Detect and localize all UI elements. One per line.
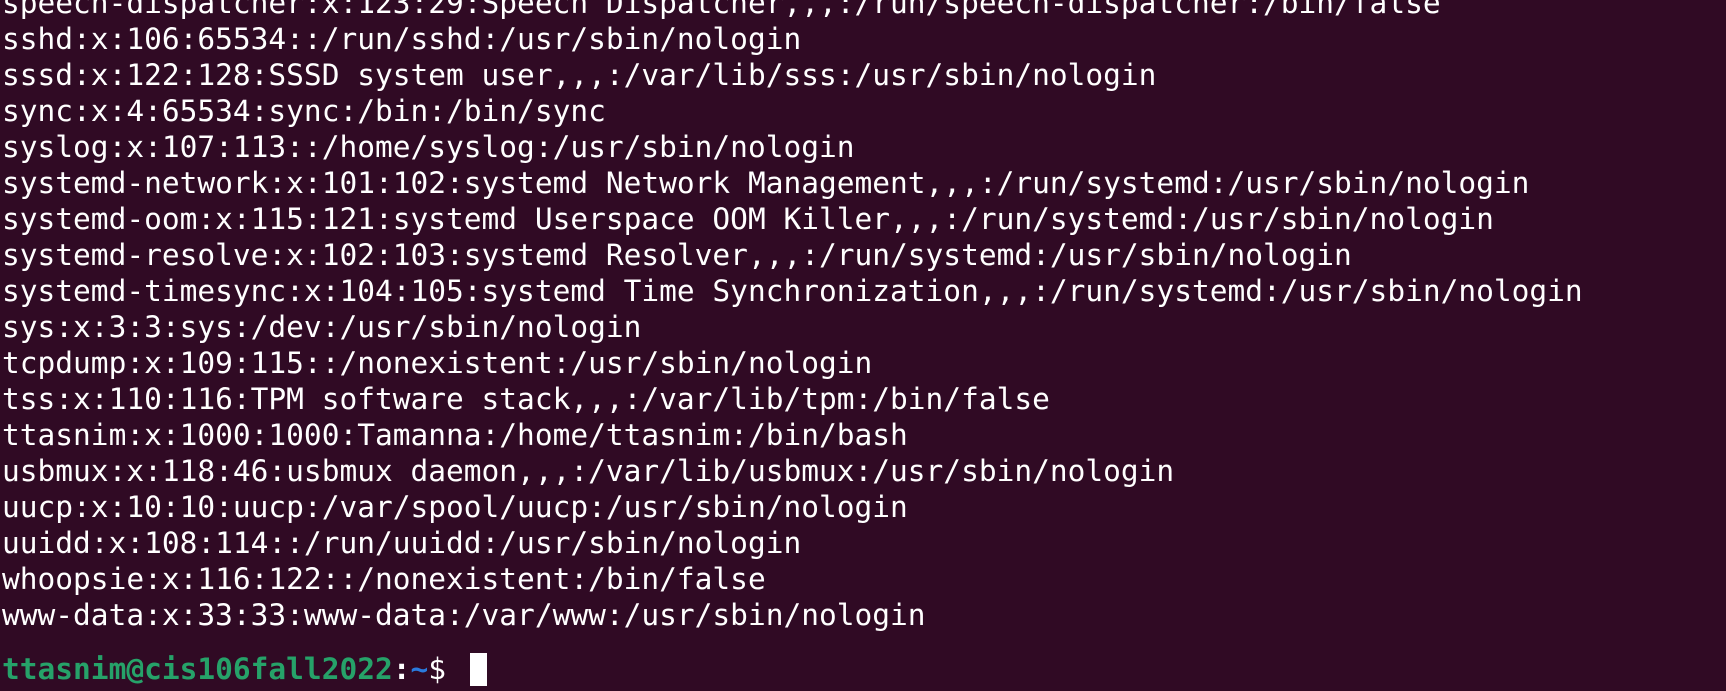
shell-prompt[interactable]: ttasnim@cis106fall2022: ~ $ (2, 651, 487, 687)
output-line: whoopsie:x:116:122::/nonexistent:/bin/fa… (2, 562, 766, 596)
output-line: sssd:x:122:128:SSSD system user,,,:/var/… (2, 58, 1157, 92)
output-line: sync:x:4:65534:sync:/bin:/bin/sync (2, 94, 606, 128)
output-line: systemd-network:x:101:102:systemd Networ… (2, 166, 1530, 200)
output-line: systemd-timesync:x:104:105:systemd Time … (2, 274, 1583, 308)
prompt-user-host: ttasnim@cis106fall2022 (2, 652, 393, 686)
text-cursor[interactable] (469, 652, 487, 686)
terminal-window[interactable]: speech-dispatcher:x:123:29:Speech Dispat… (0, 0, 1726, 691)
output-line: www-data:x:33:33:www-data:/var/www:/usr/… (2, 598, 926, 632)
output-line: tcpdump:x:109:115::/nonexistent:/usr/sbi… (2, 346, 873, 380)
prompt-path: ~ (410, 652, 429, 686)
output-line: ttasnim:x:1000:1000:Tamanna:/home/ttasni… (2, 418, 908, 452)
output-line: syslog:x:107:113::/home/syslog:/usr/sbin… (2, 130, 855, 164)
output-line: sshd:x:106:65534::/run/sshd:/usr/sbin/no… (2, 22, 802, 56)
output-line: systemd-resolve:x:102:103:systemd Resolv… (2, 238, 1352, 272)
output-line: usbmux:x:118:46:usbmux daemon,,,:/var/li… (2, 454, 1175, 488)
output-line: uucp:x:10:10:uucp:/var/spool/uucp:/usr/s… (2, 490, 908, 524)
terminal-output: speech-dispatcher:x:123:29:Speech Dispat… (2, 0, 1583, 633)
prompt-separator: : (392, 652, 411, 686)
output-line: systemd-oom:x:115:121:systemd Userspace … (2, 202, 1494, 236)
output-line: sys:x:3:3:sys:/dev:/usr/sbin/nologin (2, 310, 642, 344)
prompt-symbol: $ (428, 652, 464, 686)
output-line: speech-dispatcher:x:123:29:Speech Dispat… (2, 0, 1441, 20)
output-line: uuidd:x:108:114::/run/uuidd:/usr/sbin/no… (2, 526, 802, 560)
output-line: tss:x:110:116:TPM software stack,,,:/var… (2, 382, 1050, 416)
